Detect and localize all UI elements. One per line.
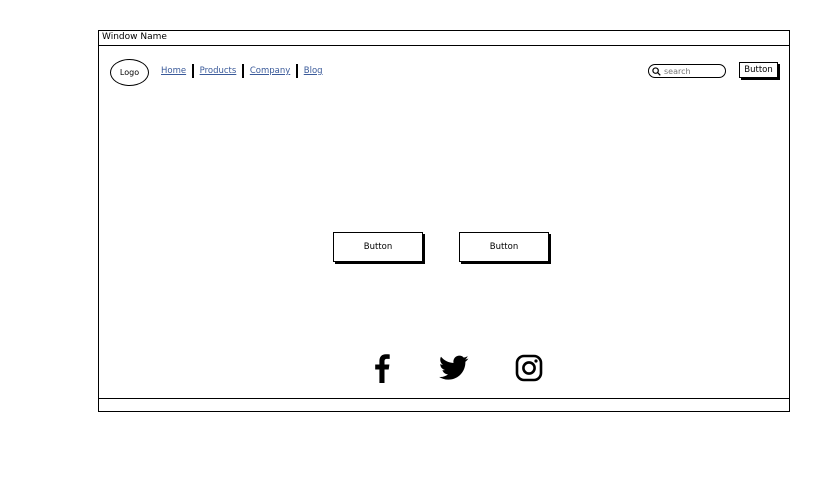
search-input[interactable] bbox=[661, 66, 724, 76]
main-navigation: Home Products Company Blog bbox=[160, 63, 324, 79]
facebook-icon bbox=[375, 354, 390, 383]
instagram-link[interactable] bbox=[514, 353, 544, 383]
browser-window: Window Name Logo Home Products Company B… bbox=[98, 30, 790, 412]
header-button[interactable]: Button bbox=[739, 62, 778, 78]
logo-text: Logo bbox=[119, 68, 140, 77]
window-title-bar: Window Name bbox=[99, 31, 789, 46]
nav-link-home[interactable]: Home bbox=[160, 66, 187, 76]
nav-link-products[interactable]: Products bbox=[199, 66, 238, 76]
instagram-icon bbox=[515, 354, 543, 382]
logo[interactable]: Logo bbox=[110, 59, 149, 86]
nav-link-blog[interactable]: Blog bbox=[303, 66, 324, 76]
search-box[interactable] bbox=[648, 64, 726, 78]
twitter-icon bbox=[439, 355, 469, 380]
status-bar bbox=[99, 398, 789, 411]
nav-link-company[interactable]: Company bbox=[249, 66, 291, 76]
twitter-link[interactable] bbox=[439, 353, 469, 383]
secondary-button[interactable]: Button bbox=[459, 232, 549, 262]
canvas: Window Name Logo Home Products Company B… bbox=[0, 0, 835, 481]
primary-button[interactable]: Button bbox=[333, 232, 423, 262]
nav-divider bbox=[242, 64, 244, 78]
window-title: Window Name bbox=[102, 32, 167, 42]
nav-divider bbox=[192, 64, 194, 78]
facebook-link[interactable] bbox=[367, 353, 397, 383]
search-icon bbox=[652, 66, 661, 76]
nav-divider bbox=[296, 64, 298, 78]
